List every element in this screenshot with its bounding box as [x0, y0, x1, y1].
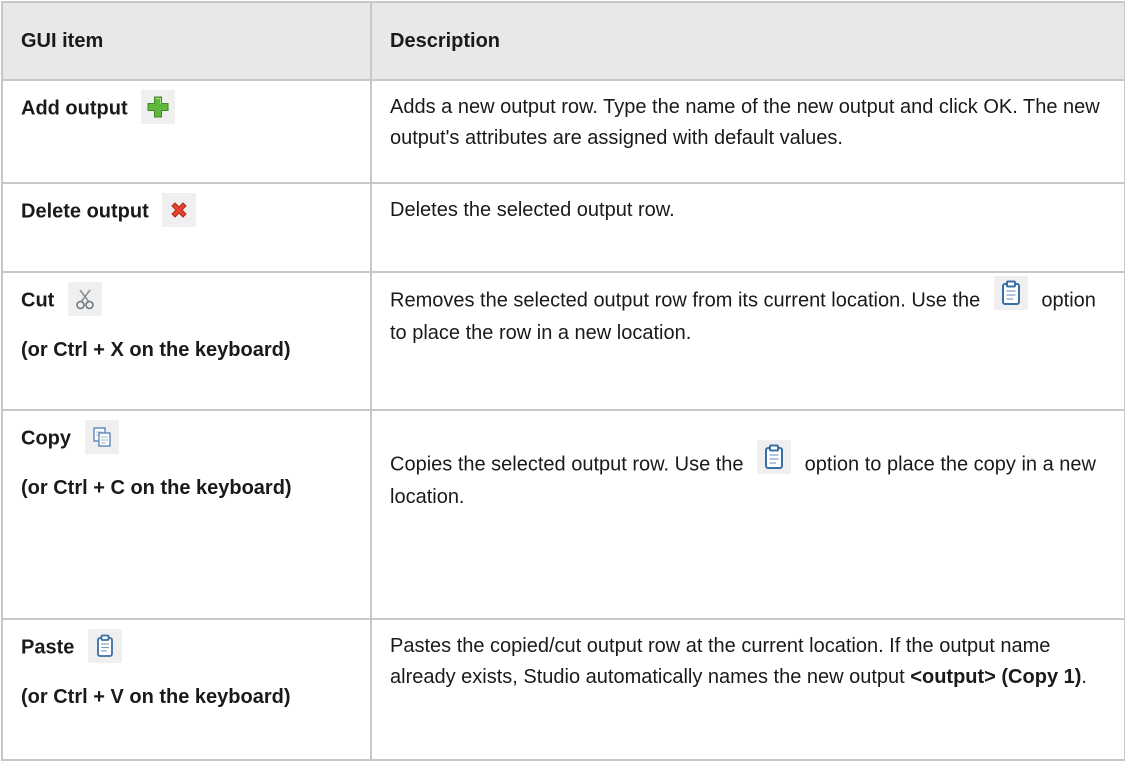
clipboard-icon: [993, 276, 1028, 310]
gui-item-cell: Add output: [1, 79, 372, 184]
keyboard-shortcut: (or Ctrl + V on the keyboard): [21, 686, 291, 708]
table-row-delete-output: Delete output Deletes the selected outpu…: [1, 182, 1125, 273]
keyboard-shortcut: (or Ctrl + X on the keyboard): [21, 339, 291, 361]
table-header-row: GUI item Description: [1, 1, 1125, 81]
gui-items-table: GUI item Description Add output Adds a n…: [1, 1, 1125, 761]
plus-icon: [141, 90, 176, 124]
description-cell: Copies the selected output row. Use the …: [370, 409, 1125, 620]
gui-item-cell: Copy (or Ctrl + C on the keyboard): [1, 409, 372, 620]
description-cell: Removes the selected output row from its…: [370, 271, 1125, 411]
gui-item-name: Cut: [21, 289, 55, 312]
copy-icon: [84, 420, 119, 454]
gui-item-name: Add output: [21, 97, 128, 120]
table-row-paste: Paste (or Ctrl + V on the keyboard) Past…: [1, 618, 1125, 761]
description-text: Removes the selected output row from its…: [390, 289, 981, 312]
gui-item-cell: Delete output: [1, 182, 372, 273]
gui-item-cell: Cut (or Ctrl + X on the keyboard): [1, 271, 372, 411]
description-text: Copies the selected output row. Use the: [390, 453, 744, 476]
table-row-cut: Cut (or Ctrl + X on the keyboard) Remove…: [1, 271, 1125, 411]
scissors-icon: [67, 282, 102, 316]
keyboard-shortcut: (or Ctrl + C on the keyboard): [21, 477, 292, 499]
description-cell: Deletes the selected output row.: [370, 182, 1125, 273]
description-cell: Adds a new output row. Type the name of …: [370, 79, 1125, 184]
gui-item-cell: Paste (or Ctrl + V on the keyboard): [1, 618, 372, 761]
table-row-copy: Copy (or Ctrl + C on the keyboard) Copie…: [1, 409, 1125, 620]
header-gui-item: GUI item: [1, 1, 372, 81]
table-row-add-output: Add output Adds a new output row. Type t…: [1, 79, 1125, 184]
delete-x-icon: [162, 193, 197, 227]
header-description: Description: [370, 1, 1125, 81]
description-end: .: [1081, 666, 1087, 688]
gui-item-name: Copy: [21, 427, 71, 450]
gui-item-name: Delete output: [21, 200, 149, 223]
clipboard-icon: [87, 629, 122, 663]
gui-item-name: Paste: [21, 636, 75, 659]
output-name-example: <output> (Copy 1): [910, 666, 1082, 688]
clipboard-icon: [757, 440, 792, 474]
description-cell: Pastes the copied/cut output row at the …: [370, 618, 1125, 761]
